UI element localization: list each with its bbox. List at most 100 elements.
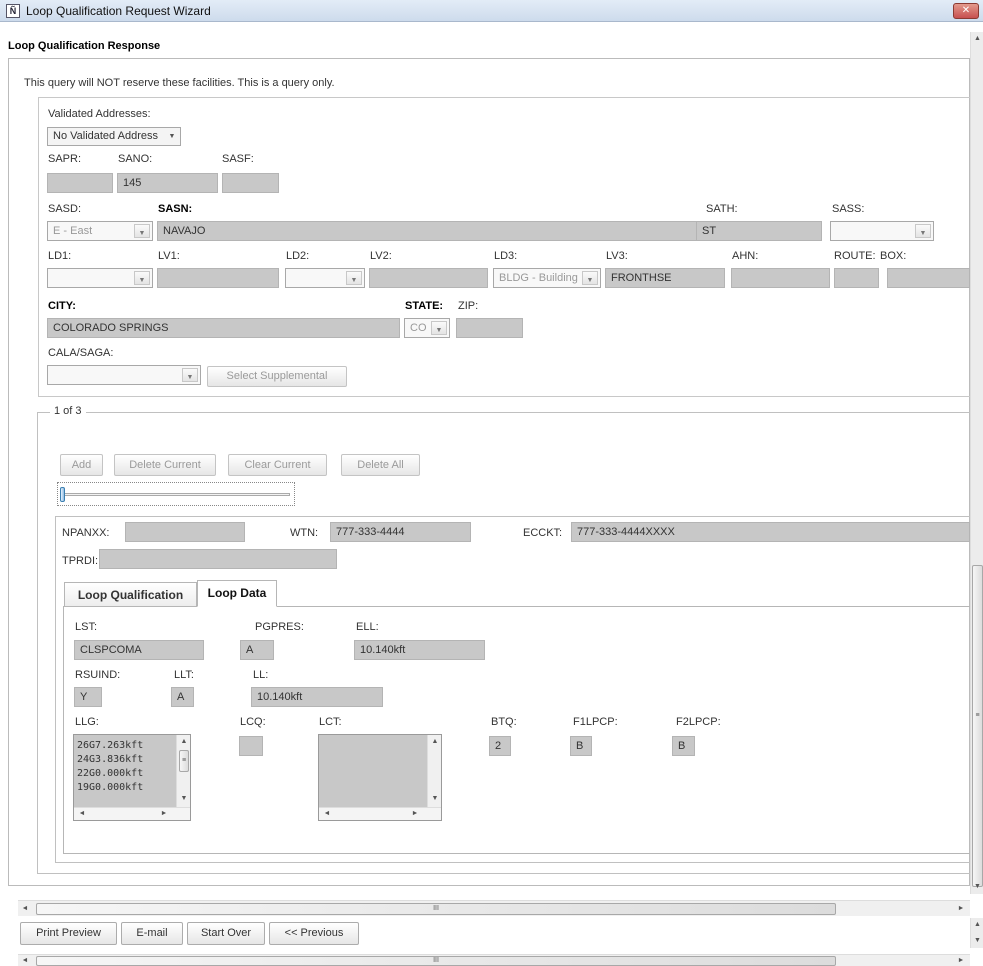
lct-listbox[interactable]: ▲ ▼ ◄ ► <box>318 734 442 821</box>
record-slider[interactable] <box>57 482 295 506</box>
route-field[interactable] <box>834 268 879 288</box>
scrollbar-thumb[interactable]: III <box>36 903 836 915</box>
ecckt-field[interactable]: 777-333-4444XXXX <box>571 522 970 542</box>
scroll-right-icon[interactable]: ► <box>160 809 168 819</box>
scroll-left-icon[interactable]: ◄ <box>78 809 86 819</box>
sasf-field[interactable] <box>222 173 279 193</box>
scroll-left-icon[interactable]: ◄ <box>20 904 30 914</box>
lv2-label: LV2: <box>370 250 392 262</box>
chevron-down-icon: ▼ <box>182 368 198 382</box>
close-icon[interactable]: ✕ <box>953 3 979 19</box>
email-button[interactable]: E-mail <box>121 922 183 945</box>
lv3-field[interactable]: FRONTHSE <box>605 268 725 288</box>
tprdi-field[interactable] <box>99 549 337 569</box>
scroll-up-icon[interactable]: ▲ <box>429 737 441 747</box>
scroll-down-icon[interactable]: ▼ <box>972 936 983 946</box>
wtn-field[interactable]: 777-333-4444 <box>330 522 471 542</box>
slider-handle[interactable] <box>60 487 65 502</box>
llg-vertical-scrollbar[interactable]: ▲ ≡ ▼ <box>176 735 190 807</box>
ld2-dropdown[interactable]: ▼ <box>285 268 365 288</box>
box-field[interactable] <box>887 268 970 288</box>
scroll-right-icon[interactable]: ► <box>956 956 966 966</box>
state-dropdown[interactable]: CO ▼ <box>404 318 450 338</box>
scrollbar-thumb[interactable]: III <box>36 956 836 966</box>
scroll-down-icon[interactable]: ▼ <box>178 794 190 804</box>
lcq-field[interactable] <box>239 736 263 756</box>
scrollbar-thumb[interactable]: ≡ <box>972 565 983 887</box>
ll-label: LL: <box>253 669 269 681</box>
scroll-left-icon[interactable]: ◄ <box>20 956 30 966</box>
scrollbar-thumb[interactable]: ≡ <box>179 750 189 772</box>
tab-loop-qualification[interactable]: Loop Qualification <box>64 582 197 606</box>
lv1-label: LV1: <box>158 250 180 262</box>
f2lpcp-label: F2LPCP: <box>676 716 721 728</box>
cala-saga-dropdown[interactable]: ▼ <box>47 365 201 385</box>
scroll-right-icon[interactable]: ► <box>956 904 966 914</box>
f1lpcp-field[interactable]: B <box>570 736 592 756</box>
list-item[interactable]: 22G0.000kft <box>77 768 143 779</box>
ld1-dropdown[interactable]: ▼ <box>47 268 153 288</box>
bottom-horizontal-scrollbar[interactable]: ◄ III ► <box>18 954 970 966</box>
scroll-right-icon[interactable]: ► <box>411 809 419 819</box>
lst-field[interactable]: CLSPCOMA <box>74 640 204 660</box>
chevron-down-icon: ▼ <box>134 271 150 285</box>
llg-horizontal-scrollbar[interactable]: ◄ ► <box>74 807 190 820</box>
validated-addresses-label: Validated Addresses: <box>48 108 151 120</box>
rsuind-field[interactable]: Y <box>74 687 102 707</box>
add-button[interactable]: Add <box>60 454 103 476</box>
rsuind-label: RSUIND: <box>75 669 121 681</box>
print-preview-button[interactable]: Print Preview <box>20 922 117 945</box>
ld2-label: LD2: <box>286 250 310 262</box>
city-field[interactable]: COLORADO SPRINGS <box>47 318 400 338</box>
notice-text: This query will NOT reserve these facili… <box>24 77 335 89</box>
list-item[interactable]: 26G7.263kft <box>77 740 143 751</box>
lct-horizontal-scrollbar[interactable]: ◄ ► <box>319 807 441 820</box>
pgpres-field[interactable]: A <box>240 640 274 660</box>
select-supplemental-button[interactable]: Select Supplemental <box>207 366 347 387</box>
scroll-down-icon[interactable]: ▼ <box>972 882 983 892</box>
main-horizontal-scrollbar[interactable]: ◄ III ► <box>18 900 970 916</box>
sano-field[interactable]: 145 <box>117 173 218 193</box>
lv1-field[interactable] <box>157 268 279 288</box>
ll-field[interactable]: 10.140kft <box>251 687 383 707</box>
sass-dropdown[interactable]: ▼ <box>830 221 934 241</box>
sasn-label: SASN: <box>158 203 193 215</box>
llg-listbox[interactable]: 26G7.263kft 24G3.836kft 22G0.000kft 19G0… <box>73 734 191 821</box>
start-over-button[interactable]: Start Over <box>187 922 265 945</box>
scroll-down-icon[interactable]: ▼ <box>429 794 441 804</box>
lct-label: LCT: <box>319 716 342 728</box>
list-item[interactable]: 19G0.000kft <box>77 782 143 793</box>
llt-field[interactable]: A <box>171 687 194 707</box>
scroll-up-icon[interactable]: ▲ <box>178 737 190 747</box>
delete-all-button[interactable]: Delete All <box>341 454 420 476</box>
delete-current-button[interactable]: Delete Current <box>114 454 216 476</box>
tprdi-label: TPRDI: <box>62 555 99 567</box>
ld3-dropdown[interactable]: BLDG - Building ▼ <box>493 268 601 288</box>
lct-vertical-scrollbar[interactable]: ▲ ▼ <box>427 735 441 807</box>
scroll-up-icon[interactable]: ▲ <box>972 920 983 930</box>
previous-button[interactable]: << Previous <box>269 922 359 945</box>
cala-saga-label: CALA/SAGA: <box>48 347 114 359</box>
ell-field[interactable]: 10.140kft <box>354 640 485 660</box>
tab-loop-data[interactable]: Loop Data <box>197 580 277 607</box>
clear-current-button[interactable]: Clear Current <box>228 454 327 476</box>
scroll-up-icon[interactable]: ▲ <box>972 34 983 44</box>
ahn-field[interactable] <box>731 268 830 288</box>
npanxx-label: NPANXX: <box>62 527 110 539</box>
npanxx-field[interactable] <box>125 522 245 542</box>
f2lpcp-field[interactable]: B <box>672 736 695 756</box>
sasn-field[interactable]: NAVAJO <box>157 221 700 241</box>
main-vertical-scrollbar[interactable]: ▲ ≡ ▼ <box>970 32 983 894</box>
sath-field[interactable]: ST <box>696 221 822 241</box>
validated-address-dropdown[interactable]: No Validated Address ▼ <box>47 127 181 146</box>
sasd-dropdown[interactable]: E - East ▼ <box>47 221 153 241</box>
lv2-field[interactable] <box>369 268 488 288</box>
wtn-label: WTN: <box>290 527 319 539</box>
route-label: ROUTE: <box>834 250 876 262</box>
list-item[interactable]: 24G3.836kft <box>77 754 143 765</box>
btq-field[interactable]: 2 <box>489 736 511 756</box>
scroll-left-icon[interactable]: ◄ <box>323 809 331 819</box>
zip-field[interactable] <box>456 318 523 338</box>
footer-vertical-scrollbar[interactable]: ▲ ▼ <box>970 918 983 948</box>
sapr-field[interactable] <box>47 173 113 193</box>
